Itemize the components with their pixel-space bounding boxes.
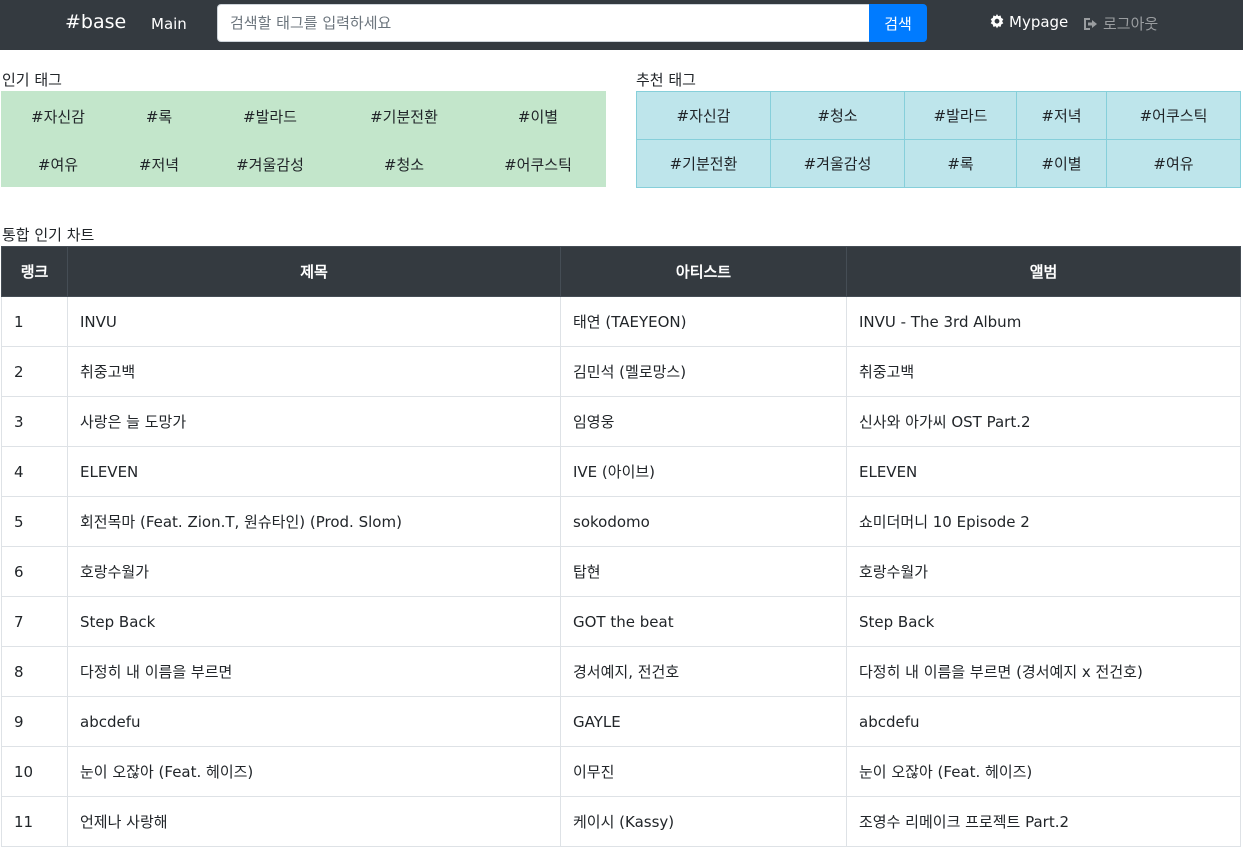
recommended-tags-table: #자신감 #청소 #발라드 #저녁 #어쿠스틱 #기분전환 #겨울감성 #록 #… [636, 91, 1241, 188]
recommended-tag[interactable]: #기분전환 [636, 139, 771, 188]
cell-rank: 10 [1, 746, 68, 797]
cell-album: 눈이 오잖아 (Feat. 헤이즈) [846, 746, 1241, 797]
cell-rank: 8 [1, 646, 68, 697]
popular-tag[interactable]: #청소 [384, 154, 424, 175]
cell-artist: 임영웅 [560, 396, 847, 447]
popular-tag[interactable]: #록 [146, 106, 172, 127]
table-row[interactable]: 8 다정히 내 이름을 부르면 경서예지, 전건호 다정히 내 이름을 부르면 … [1, 646, 1241, 697]
recommended-tags-title: 추천 태그 [636, 71, 696, 89]
table-row[interactable]: 4 ELEVEN IVE (아이브) ELEVEN [1, 446, 1241, 497]
cell-rank: 9 [1, 696, 68, 747]
mypage-label: Mypage [1009, 13, 1069, 31]
cell-title: 호랑수월가 [67, 546, 561, 597]
cell-title: 회전목마 (Feat. Zion.T, 원슈타인) (Prod. Slom) [67, 496, 561, 547]
cell-title: 다정히 내 이름을 부르면 [67, 646, 561, 697]
sign-out-icon [1084, 17, 1097, 30]
cell-artist: sokodomo [560, 496, 847, 547]
cell-artist: 탑현 [560, 546, 847, 597]
chart-title: 통합 인기 차트 [2, 226, 95, 244]
header-album: 앨범 [846, 246, 1241, 297]
popular-tags-box: #자신감 #록 #발라드 #기분전환 #이별 #여유 #저녁 #겨울감성 #청소… [1, 91, 606, 187]
cell-artist: 케이시 (Kassy) [560, 796, 847, 847]
cell-artist: GOT the beat [560, 596, 847, 647]
cell-album: 조영수 리메이크 프로젝트 Part.2 [846, 796, 1241, 847]
cell-title: abcdefu [67, 696, 561, 747]
cell-album: 취중고백 [846, 346, 1241, 397]
cell-album: 다정히 내 이름을 부르면 (경서예지 x 전건호) [846, 646, 1241, 697]
header-rank: 랭크 [1, 246, 68, 297]
cell-rank: 5 [1, 496, 68, 547]
popular-tags-title: 인기 태그 [2, 71, 62, 89]
recommended-tag[interactable]: #이별 [1016, 139, 1107, 188]
popular-tag[interactable]: #저녁 [139, 154, 179, 175]
table-row[interactable]: 10 눈이 오잖아 (Feat. 헤이즈) 이무진 눈이 오잖아 (Feat. … [1, 746, 1241, 797]
recommended-tag[interactable]: #여유 [1106, 139, 1241, 188]
cell-artist: GAYLE [560, 696, 847, 747]
search-button[interactable]: 검색 [869, 4, 927, 42]
recommended-tag[interactable]: #발라드 [904, 91, 1017, 140]
recommended-tag[interactable]: #록 [904, 139, 1017, 188]
cell-artist: 김민석 (멜로망스) [560, 346, 847, 397]
cell-artist: 태연 (TAEYEON) [560, 296, 847, 347]
popular-tag[interactable]: #자신감 [31, 106, 85, 127]
gear-icon [990, 14, 1004, 29]
cell-album: ELEVEN [846, 446, 1241, 497]
popular-tag[interactable]: #겨울감성 [236, 154, 304, 175]
header-artist: 아티스트 [560, 246, 847, 297]
table-row[interactable]: 2 취중고백 김민석 (멜로망스) 취중고백 [1, 346, 1241, 397]
cell-artist: 경서예지, 전건호 [560, 646, 847, 697]
recommended-tag[interactable]: #어쿠스틱 [1106, 91, 1241, 140]
recommended-tag[interactable]: #자신감 [636, 91, 771, 140]
cell-rank: 1 [1, 296, 68, 347]
recommended-tag[interactable]: #청소 [770, 91, 905, 140]
cell-album: 신사와 아가씨 OST Part.2 [846, 396, 1241, 447]
cell-title: ELEVEN [67, 446, 561, 497]
table-row[interactable]: 11 언제나 사랑해 케이시 (Kassy) 조영수 리메이크 프로젝트 Par… [1, 796, 1241, 847]
popular-tag[interactable]: #어쿠스틱 [504, 154, 572, 175]
table-row[interactable]: 9 abcdefu GAYLE abcdefu [1, 696, 1241, 747]
table-row[interactable]: 1 INVU 태연 (TAEYEON) INVU - The 3rd Album [1, 296, 1241, 347]
cell-rank: 7 [1, 596, 68, 647]
chart-header-row: 랭크 제목 아티스트 앨범 [1, 246, 1241, 297]
header-title: 제목 [67, 246, 561, 297]
brand-logo[interactable]: #base [65, 11, 126, 33]
popular-tag[interactable]: #기분전환 [370, 106, 438, 127]
navbar: #base Main 검색 Mypage 로그아웃 [0, 0, 1243, 50]
chart-table: 랭크 제목 아티스트 앨범 1 INVU 태연 (TAEYEON) INVU -… [1, 246, 1241, 847]
cell-title: 취중고백 [67, 346, 561, 397]
table-row[interactable]: 5 회전목마 (Feat. Zion.T, 원슈타인) (Prod. Slom)… [1, 496, 1241, 547]
cell-album: abcdefu [846, 696, 1241, 747]
popular-tag[interactable]: #발라드 [243, 106, 297, 127]
cell-artist: 이무진 [560, 746, 847, 797]
logout-link[interactable]: 로그아웃 [1083, 13, 1158, 34]
mypage-link[interactable]: Mypage [989, 13, 1068, 31]
cell-album: 쇼미더머니 10 Episode 2 [846, 496, 1241, 547]
cell-rank: 2 [1, 346, 68, 397]
nav-main-link[interactable]: Main [151, 15, 187, 33]
cell-album: INVU - The 3rd Album [846, 296, 1241, 347]
popular-tag[interactable]: #이별 [518, 106, 558, 127]
table-row[interactable]: 7 Step Back GOT the beat Step Back [1, 596, 1241, 647]
cell-album: 호랑수월가 [846, 546, 1241, 597]
search-input[interactable] [217, 4, 870, 42]
cell-title: 언제나 사랑해 [67, 796, 561, 847]
cell-title: 눈이 오잖아 (Feat. 헤이즈) [67, 746, 561, 797]
table-row[interactable]: 3 사랑은 늘 도망가 임영웅 신사와 아가씨 OST Part.2 [1, 396, 1241, 447]
logout-label: 로그아웃 [1103, 15, 1159, 33]
cell-title: 사랑은 늘 도망가 [67, 396, 561, 447]
table-row[interactable]: 6 호랑수월가 탑현 호랑수월가 [1, 546, 1241, 597]
cell-rank: 3 [1, 396, 68, 447]
cell-rank: 11 [1, 796, 68, 847]
cell-album: Step Back [846, 596, 1241, 647]
popular-tag[interactable]: #여유 [38, 154, 78, 175]
cell-rank: 6 [1, 546, 68, 597]
cell-title: Step Back [67, 596, 561, 647]
cell-title: INVU [67, 296, 561, 347]
cell-artist: IVE (아이브) [560, 446, 847, 497]
cell-rank: 4 [1, 446, 68, 497]
recommended-tag[interactable]: #겨울감성 [770, 139, 905, 188]
recommended-tag[interactable]: #저녁 [1016, 91, 1107, 140]
